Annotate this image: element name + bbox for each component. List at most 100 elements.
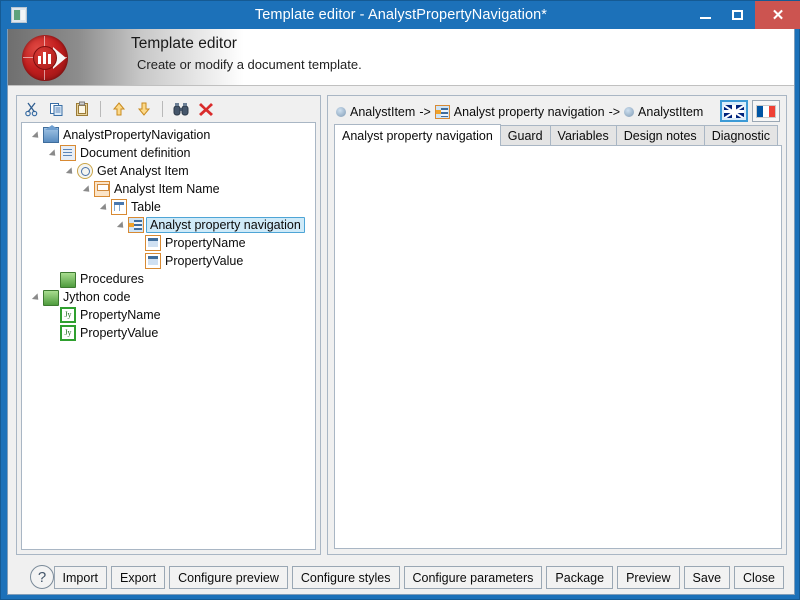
tree-node-label: Get Analyst Item <box>97 164 189 178</box>
window-title: Template editor - AnalystPropertyNavigat… <box>254 7 548 23</box>
configure-parameters-button[interactable]: Configure parameters <box>403 566 543 589</box>
toolbar-separator <box>100 100 101 117</box>
expand-arrow-icon[interactable] <box>30 288 43 306</box>
package-button[interactable]: Package <box>546 566 614 589</box>
navigation-icon <box>434 105 450 119</box>
move-up-icon[interactable] <box>108 98 130 119</box>
tree-node-jython-code[interactable]: Jython code <box>22 288 315 306</box>
tree-node-propertyvalue[interactable]: PropertyValue <box>22 252 315 270</box>
field-icon <box>145 235 161 251</box>
tree-node-label: AnalystPropertyNavigation <box>63 128 211 142</box>
tab-label: Design notes <box>623 129 697 143</box>
close-icon: ✕ <box>771 6 785 24</box>
bottom-bar: ? Import Export Configure preview Configure… <box>8 561 794 594</box>
tree-node-propertyname[interactable]: PropertyName <box>22 234 315 252</box>
tab-label: Diagnostic <box>711 129 771 143</box>
action-buttons: Import Export Configure preview Configure s… <box>53 566 784 589</box>
help-icon[interactable]: ? <box>30 565 54 589</box>
folder-icon <box>43 290 59 306</box>
save-button[interactable]: Save <box>683 566 731 589</box>
toolbar-separator <box>162 100 163 117</box>
breadcrumb-arrow-1: -> <box>419 105 431 119</box>
expand-arrow-icon[interactable] <box>81 180 94 198</box>
tab-label: Guard <box>507 129 543 143</box>
title-bar: Template editor - AnalystPropertyNavigat… <box>1 1 800 29</box>
breadcrumb-arrow-2: -> <box>608 105 621 119</box>
template-tree[interactable]: AnalystPropertyNavigation Document defini… <box>21 122 316 550</box>
configure-styles-button[interactable]: Configure styles <box>291 566 400 589</box>
tree-node-label: Jython code <box>63 290 131 304</box>
tab-content-panel[interactable] <box>334 145 782 549</box>
import-button[interactable]: Import <box>53 566 107 589</box>
analyst-item-icon <box>336 107 346 117</box>
expand-arrow-icon[interactable] <box>98 198 111 216</box>
preview-button[interactable]: Preview <box>617 566 680 589</box>
close-button[interactable]: ✕ <box>755 1 800 29</box>
tree-node-analyst-item-name[interactable]: Analyst Item Name <box>22 180 315 198</box>
expand-arrow-icon[interactable] <box>30 126 43 144</box>
tab-label: Analyst property navigation <box>342 128 493 143</box>
tree-node-label: Procedures <box>80 272 144 286</box>
tree-node-document-definition[interactable]: Document definition <box>22 144 315 162</box>
tree-node-label: PropertyName <box>165 236 246 250</box>
language-button-english[interactable] <box>720 100 748 122</box>
tree-node-label: PropertyValue <box>165 254 244 268</box>
breadcrumb: AnalystItem -> Analyst property navigati… <box>336 101 703 123</box>
tree-node-label: Analyst property navigation <box>146 217 305 233</box>
breadcrumb-part-3[interactable]: AnalystItem <box>638 105 703 119</box>
tree-node-label: PropertyValue <box>80 326 159 340</box>
move-down-icon[interactable] <box>133 98 155 119</box>
breadcrumb-part-1[interactable]: AnalystItem <box>350 105 415 119</box>
tab-analyst-property-navigation[interactable]: Analyst property navigation <box>334 124 501 146</box>
expand-arrow-icon[interactable] <box>64 162 77 180</box>
tree-node-get-analyst-item[interactable]: Get Analyst Item <box>22 162 315 180</box>
maximize-button[interactable] <box>719 1 755 29</box>
tree-node-table[interactable]: Table <box>22 198 315 216</box>
copy-icon[interactable] <box>46 98 68 119</box>
app-icon <box>11 7 27 23</box>
header-banner: Template editor Create or modify a docum… <box>8 29 794 86</box>
tree-node-procedures[interactable]: Procedures <box>22 270 315 288</box>
tree-node-propertyvalue[interactable]: Jy PropertyValue <box>22 324 315 342</box>
expand-arrow-icon[interactable] <box>47 144 60 162</box>
analyst-item-icon <box>624 107 635 117</box>
maximize-icon <box>731 10 743 20</box>
editor-panel: AnalystItem -> Analyst property navigati… <box>327 95 787 555</box>
tree-node-label: Document definition <box>80 146 191 160</box>
find-icon[interactable] <box>170 98 192 119</box>
tree-node-analystpropertynavigation[interactable]: AnalystPropertyNavigation <box>22 125 315 144</box>
tab-label: Variables <box>557 129 609 143</box>
delete-icon[interactable] <box>195 98 217 119</box>
language-button-french[interactable] <box>752 100 780 122</box>
document-icon <box>60 145 76 161</box>
jython-icon: Jy <box>60 307 76 323</box>
tree-node-propertyname[interactable]: Jy PropertyName <box>22 306 315 324</box>
tree-node-label: PropertyName <box>80 308 161 322</box>
app-logo-icon <box>20 33 70 83</box>
breadcrumb-part-2[interactable]: Analyst property navigation <box>454 105 605 119</box>
export-button[interactable]: Export <box>110 566 166 589</box>
tab-design-notes[interactable]: Design notes <box>615 125 705 146</box>
tab-variables[interactable]: Variables <box>549 125 617 146</box>
minimize-icon <box>699 17 711 19</box>
tree-node-label: Analyst Item Name <box>114 182 220 196</box>
expand-arrow-icon[interactable] <box>115 216 128 234</box>
client-area: Template editor Create or modify a docum… <box>7 29 795 595</box>
tree-panel: AnalystPropertyNavigation Document defini… <box>16 95 321 555</box>
configure-preview-button[interactable]: Configure preview <box>169 566 288 589</box>
tree-node-label: Table <box>131 200 161 214</box>
cut-icon[interactable] <box>21 98 43 119</box>
minimize-button[interactable] <box>687 1 723 29</box>
close-button[interactable]: Close <box>734 566 784 589</box>
tab-diagnostic[interactable]: Diagnostic <box>703 125 779 146</box>
tab-strip: Analyst property navigation Guard Variable… <box>334 124 782 146</box>
language-switcher <box>720 100 780 122</box>
tree-node-analyst-property-navigation[interactable]: Analyst property navigation <box>22 216 315 234</box>
tab-guard[interactable]: Guard <box>499 125 551 146</box>
paste-icon[interactable] <box>71 98 93 119</box>
query-icon <box>77 163 93 179</box>
